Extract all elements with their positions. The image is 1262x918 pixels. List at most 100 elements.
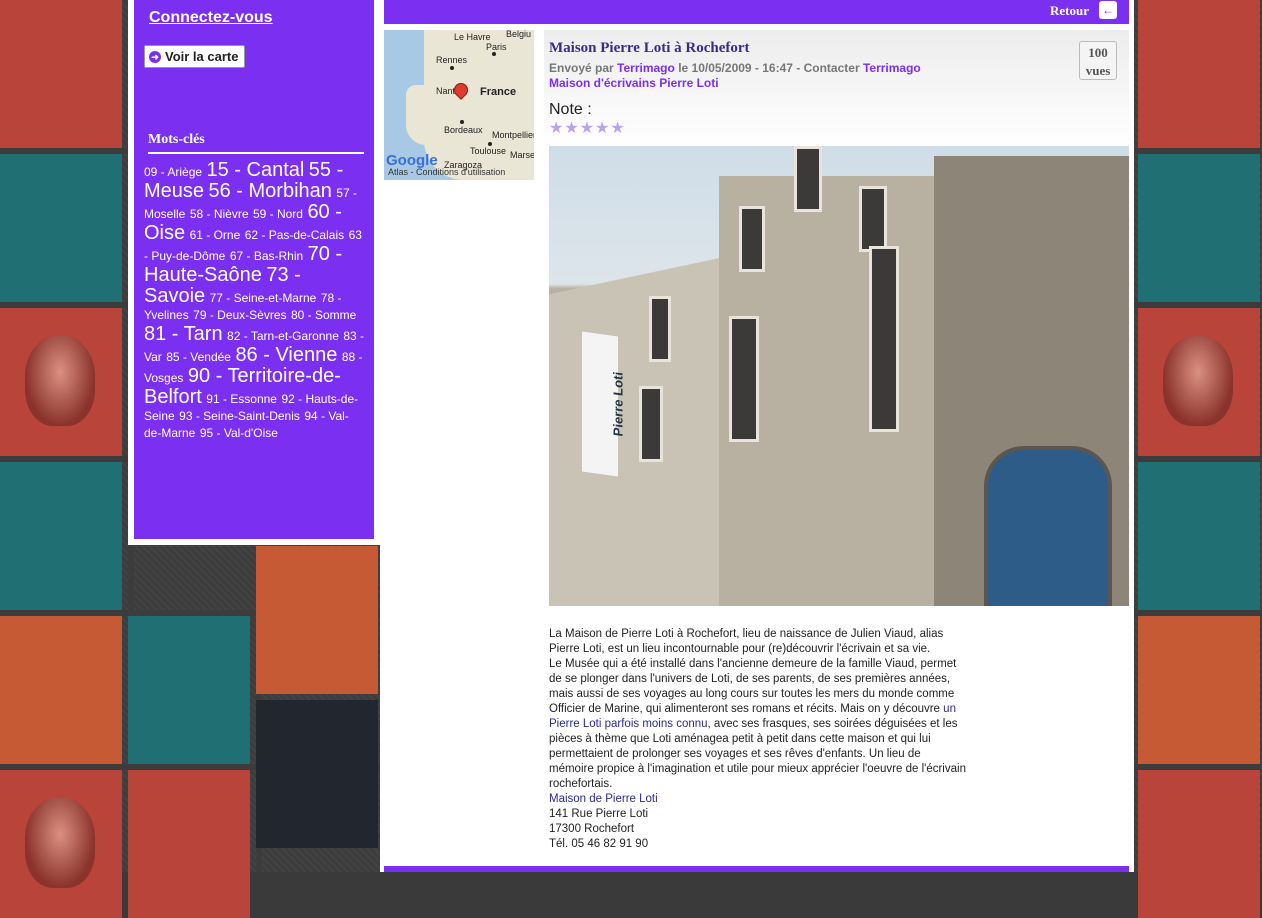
background-tile	[1138, 462, 1260, 610]
description-line: de se plonger dans l'univers de Loti, de…	[549, 673, 951, 685]
view-map-button[interactable]: ➜ Voir la carte	[144, 45, 246, 68]
description-line: Pierre Loti, est un lieu incontournable …	[549, 643, 931, 655]
background-tile	[0, 0, 122, 148]
rating-label: Note :	[549, 101, 592, 118]
keyword-tag[interactable]: 81 - Tarn	[144, 323, 223, 345]
keyword-tag[interactable]: 58 - Nièvre	[190, 207, 249, 221]
keyword-tag[interactable]: 85 - Vendée	[166, 350, 231, 364]
address-street: 141 Rue Pierre Loti	[549, 808, 649, 820]
views-count: 100	[1088, 45, 1108, 60]
description-link[interactable]: Pierre Loti parfois moins connu	[549, 718, 708, 730]
background-tile	[0, 616, 122, 764]
map-city-dot	[460, 120, 464, 124]
category-link[interactable]: Maison d'écrivains Pierre Loti	[549, 76, 719, 90]
background-tile	[1138, 770, 1260, 918]
keyword-tag[interactable]: 93 - Seine-Saint-Denis	[179, 409, 300, 423]
photo-window	[649, 296, 671, 362]
tag-cloud: 09 - Ariège 15 - Cantal 55 - Meuse 56 - …	[144, 160, 366, 441]
post-title: Maison Pierre Loti à Rochefort	[549, 40, 750, 56]
background-tile	[0, 308, 122, 456]
contact-author-link[interactable]: Terrimago	[863, 61, 921, 75]
back-link[interactable]: Retour	[1050, 3, 1089, 19]
sidebar-panel: Connectez-vous ➜ Voir la carte Mots-clés…	[134, 0, 374, 539]
keywords-title: Mots-clés	[148, 132, 364, 154]
keyword-tag[interactable]: 59 - Nord	[253, 207, 303, 221]
map-city-label: Marseille	[510, 150, 534, 160]
background-tile	[1138, 308, 1260, 456]
photo-window	[859, 186, 887, 252]
background-tile	[256, 546, 378, 694]
photo-window	[739, 206, 765, 272]
address-city: 17300 Rochefort	[549, 823, 635, 835]
background-tile	[1138, 0, 1260, 148]
map-city-dot	[450, 66, 454, 70]
description-line: rochefortais.	[549, 778, 613, 790]
background-tile	[256, 700, 378, 848]
description-line: Officier de Marine, qui alimenteront ses…	[549, 702, 999, 717]
address-phone: Tél. 05 46 82 91 90	[549, 838, 649, 850]
keyword-tag[interactable]: 09 - Ariège	[144, 165, 202, 179]
post-meta: Envoyé par Terrimago le 10/05/2009 - 16:…	[549, 61, 921, 75]
description-line: pièces à thème que Loti aménagea petit à…	[549, 733, 931, 745]
keyword-tag[interactable]: 77 - Seine-et-Marne	[210, 291, 317, 305]
back-arrow-icon[interactable]: ←	[1099, 1, 1117, 19]
photo-door	[984, 446, 1112, 606]
sent-by-label: Envoyé par	[549, 61, 614, 75]
description-line: Pierre Loti parfois moins connu, avec se…	[549, 717, 999, 732]
background-tile	[0, 154, 122, 302]
view-map-label: Voir la carte	[165, 49, 239, 64]
sidebar: Connectez-vous ➜ Voir la carte Mots-clés…	[128, 0, 380, 545]
location-map[interactable]: Le Havre Paris Belgiu Rennes Nantes Fran…	[384, 30, 534, 180]
description-link[interactable]: un	[943, 703, 956, 715]
background-tile	[0, 770, 122, 918]
keyword-tag[interactable]: 80 - Somme	[291, 308, 356, 322]
keyword-tag[interactable]: 86 - Vienne	[235, 344, 337, 366]
background-tile	[1138, 154, 1260, 302]
description-text: , avec ses frasques, ses soirées déguisé…	[707, 718, 958, 730]
keyword-tag[interactable]: 56 - Morbihan	[208, 180, 331, 202]
map-city-dot	[488, 142, 492, 146]
photo-window	[869, 246, 899, 432]
keyword-tag[interactable]: 61 - Orne	[190, 228, 241, 242]
map-city-label: Montpellier	[492, 130, 534, 140]
background-tile	[128, 770, 250, 918]
map-city-label: Bordeaux	[444, 125, 483, 135]
description-text: Officier de Marine, qui alimenteront ses…	[549, 703, 940, 715]
keyword-tag[interactable]: 82 - Tarn-et-Garonne	[227, 329, 339, 343]
map-city-label: Rennes	[436, 55, 468, 65]
map-city-label: Belgiu	[506, 30, 532, 39]
description-line: permettaient de prolonger ses voyages et…	[549, 748, 921, 760]
keyword-tag[interactable]: 91 - Essonne	[206, 392, 277, 406]
keyword-tag[interactable]: 95 - Val-d'Oise	[200, 426, 278, 440]
map-city-label: Paris	[486, 42, 507, 52]
post-date: le 10/05/2009 - 16:47 - Contacter	[678, 61, 860, 75]
background-tile	[128, 616, 250, 764]
post-photo: Pierre Loti	[549, 146, 1129, 606]
top-bar: Retour ←	[384, 0, 1129, 24]
keyword-tag[interactable]: 15 - Cantal	[207, 159, 305, 181]
description-line: La Maison de Pierre Loti à Rochefort, li…	[549, 628, 944, 640]
arrow-right-icon: ➜	[149, 50, 161, 63]
keyword-tag[interactable]: 79 - Deux-Sèvres	[193, 308, 286, 322]
views-label: vues	[1085, 63, 1111, 78]
description-line: mais aussi de ses voyages au long cours …	[549, 688, 955, 700]
map-city-label: Toulouse	[470, 146, 507, 156]
views-badge: 100 vues	[1079, 41, 1117, 80]
keyword-tag[interactable]: 62 - Pas-de-Calais	[245, 228, 344, 242]
photo-window	[729, 316, 759, 442]
post-header: Maison Pierre Loti à Rochefort Envoyé pa…	[544, 30, 1129, 148]
description-line: Le Musée qui a été installé dans l'ancie…	[549, 658, 957, 670]
photo-window	[639, 386, 663, 462]
author-link[interactable]: Terrimago	[617, 61, 675, 75]
bottom-bar	[384, 866, 1129, 872]
photo-window	[794, 146, 822, 212]
photo-sign-text: Pierre Loti	[610, 370, 626, 438]
map-city-label: France	[480, 86, 517, 98]
address-link[interactable]: Maison de Pierre Loti	[549, 793, 658, 805]
post-description: La Maison de Pierre Loti à Rochefort, li…	[549, 627, 999, 852]
connect-link[interactable]: Connectez-vous	[149, 9, 273, 27]
rating-stars[interactable]: ★★★★★	[549, 118, 626, 138]
description-line: mémoire propice à l'imagination et utile…	[549, 763, 966, 775]
keyword-tag[interactable]: 67 - Bas-Rhin	[230, 249, 303, 263]
map-attribution[interactable]: Atlas - Conditions d'utilisation	[388, 167, 505, 177]
